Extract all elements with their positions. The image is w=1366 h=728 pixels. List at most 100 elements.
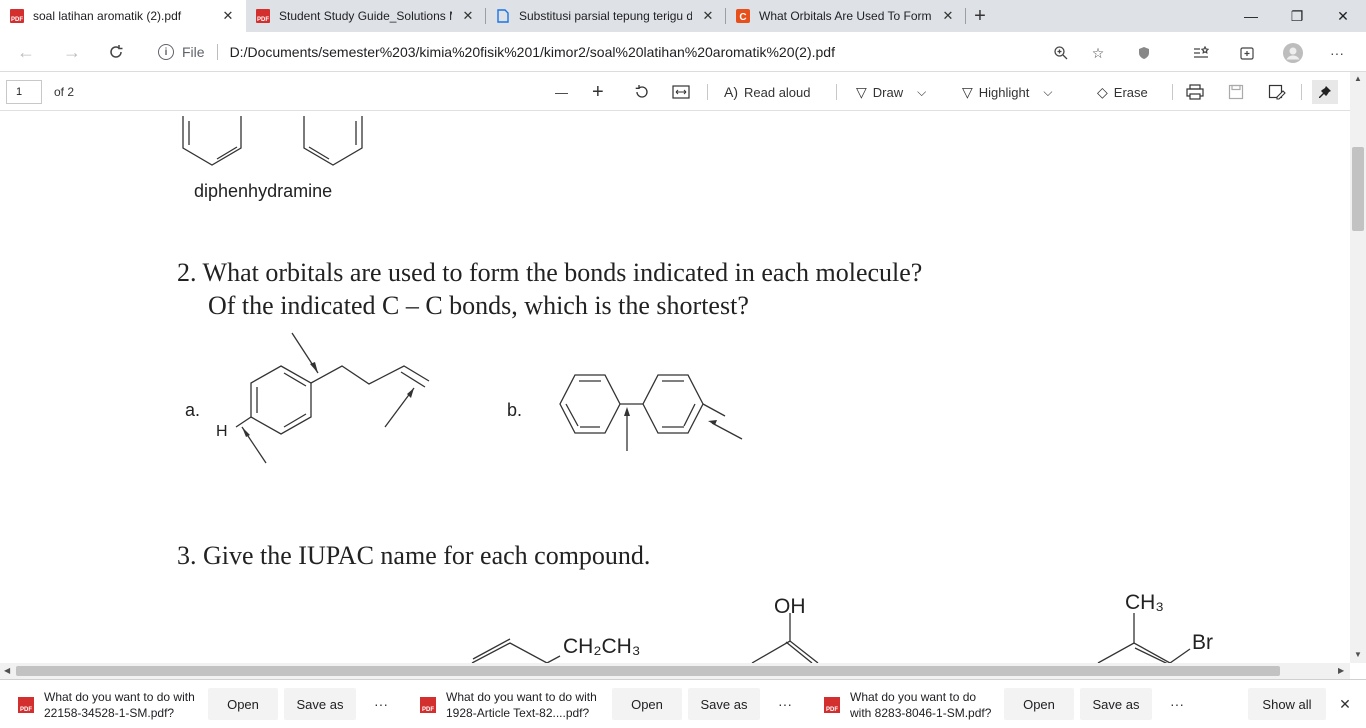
horizontal-scrollbar[interactable]: ◀ ▶ xyxy=(0,663,1350,679)
tab-substitusi-parsial[interactable]: Substitusi parsial tepung terigu d ✕ xyxy=(486,0,726,32)
page-total: of 2 xyxy=(54,85,75,99)
new-tab-button[interactable]: + xyxy=(966,0,994,32)
chevron-down-icon[interactable]: ⌵ xyxy=(1043,85,1052,100)
url-field[interactable]: i File D:/Documents/semester%203/kimia%2… xyxy=(148,37,1116,67)
favorite-star-icon[interactable]: ☆ xyxy=(1087,42,1109,64)
more-options-icon[interactable]: ··· xyxy=(370,688,392,720)
label-methyl: CH₃ xyxy=(1125,591,1164,614)
collections-icon[interactable] xyxy=(1236,42,1258,64)
url-scheme: File xyxy=(182,44,205,60)
close-icon[interactable]: ✕ xyxy=(220,8,236,24)
highlight-button[interactable]: ▽ Highlight ⌵ xyxy=(962,80,1052,104)
pdf-icon: PDF xyxy=(420,697,436,713)
open-button[interactable]: Open xyxy=(612,688,682,720)
toolbar-separator xyxy=(707,84,708,100)
page-icon xyxy=(496,9,510,23)
extension-icon[interactable] xyxy=(1133,42,1155,64)
info-icon[interactable]: i xyxy=(158,44,174,60)
vertical-scroll-thumb[interactable] xyxy=(1352,147,1364,231)
save-as-button[interactable]: Save as xyxy=(688,688,760,720)
show-all-button[interactable]: Show all xyxy=(1248,688,1326,720)
tab-title: soal latihan aromatik (2).pdf xyxy=(33,9,182,23)
browser-window: PDF soal latihan aromatik (2).pdf ✕ PDF … xyxy=(0,0,1366,728)
print-icon xyxy=(1186,84,1204,100)
pdf-icon: PDF xyxy=(10,9,24,23)
zoom-in-icon: + xyxy=(592,80,604,103)
more-options-icon[interactable]: ··· xyxy=(774,688,796,720)
rotate-button[interactable] xyxy=(634,80,650,104)
tab-title: Substitusi parsial tepung terigu d xyxy=(519,9,692,23)
benzene-ring-left xyxy=(182,116,242,166)
refresh-icon[interactable] xyxy=(102,38,130,66)
save-as-button[interactable] xyxy=(1268,80,1286,104)
tab-student-study-guide[interactable]: PDF Student Study Guide_Solutions M ✕ xyxy=(246,0,486,32)
scroll-left-icon[interactable]: ◀ xyxy=(4,666,10,675)
read-aloud-button[interactable]: A) Read aloud xyxy=(724,80,811,104)
scroll-down-icon[interactable]: ▼ xyxy=(1354,650,1362,659)
scroll-up-icon[interactable]: ▲ xyxy=(1354,74,1362,83)
fit-page-button[interactable] xyxy=(672,80,690,104)
toolbar-separator xyxy=(836,84,837,100)
download-item-3: PDF What do you want to do with 8283-804… xyxy=(824,689,991,721)
pin-icon xyxy=(1319,86,1331,98)
draw-label: Draw xyxy=(872,84,904,100)
tab-strip: PDF soal latihan aromatik (2).pdf ✕ PDF … xyxy=(0,0,1366,32)
read-aloud-label: Read aloud xyxy=(744,84,811,100)
url-divider xyxy=(216,44,218,60)
back-icon[interactable]: ← xyxy=(12,38,40,66)
print-button[interactable] xyxy=(1186,80,1204,104)
chevron-down-icon[interactable]: ⌵ xyxy=(917,85,926,100)
question-2-line-2: Of the indicated C – C bonds, which is t… xyxy=(208,291,749,320)
vertical-scrollbar[interactable]: ▲ ▼ xyxy=(1350,72,1366,663)
draw-button[interactable]: ▽ Draw ⌵ xyxy=(856,80,926,104)
save-button[interactable] xyxy=(1228,80,1244,104)
zoom-in-button[interactable]: + xyxy=(592,80,604,104)
erase-button[interactable]: ◇ Erase xyxy=(1097,80,1148,104)
close-window-icon[interactable]: ✕ xyxy=(1320,0,1366,32)
minimize-icon[interactable]: — xyxy=(1228,0,1274,32)
restore-icon[interactable]: ❐ xyxy=(1274,0,1320,32)
tab-title: What Orbitals Are Used To Form xyxy=(759,9,932,23)
horizontal-scroll-thumb[interactable] xyxy=(16,666,1280,676)
save-as-button[interactable]: Save as xyxy=(1080,688,1152,720)
highlight-icon: ▽ xyxy=(962,83,973,100)
close-icon[interactable]: ✕ xyxy=(940,8,956,24)
tab-what-orbitals[interactable]: C What Orbitals Are Used To Form ✕ xyxy=(726,0,966,32)
close-icon[interactable]: ✕ xyxy=(700,8,716,24)
pdf-document: diphenhydramine 2. What orbitals are use… xyxy=(0,111,1350,663)
zoom-out-button[interactable]: — xyxy=(555,80,568,104)
profile-avatar[interactable] xyxy=(1282,42,1304,64)
open-button[interactable]: Open xyxy=(1004,688,1074,720)
favorites-list-icon[interactable] xyxy=(1190,42,1212,64)
label-ethyl: CH₂CH₃ xyxy=(563,635,641,658)
close-download-bar-icon[interactable]: ✕ xyxy=(1334,688,1356,720)
settings-more-icon[interactable]: ··· xyxy=(1326,42,1348,64)
arrowheads-b xyxy=(624,407,717,425)
zoom-icon[interactable] xyxy=(1050,42,1072,64)
save-icon xyxy=(1228,84,1244,100)
pdf-toolbar: 1 of 2 — + A) Read aloud ▽ Draw ⌵ ▽ High… xyxy=(0,72,1366,111)
c-icon: C xyxy=(736,9,750,23)
page-number-input[interactable]: 1 xyxy=(6,80,42,104)
save-as-icon xyxy=(1268,84,1286,100)
label-a: a. xyxy=(185,400,201,420)
open-button[interactable]: Open xyxy=(208,688,278,720)
url-text: D:/Documents/semester%203/kimia%20fisik%… xyxy=(229,44,835,60)
save-as-button[interactable]: Save as xyxy=(284,688,356,720)
tab-soal-latihan[interactable]: PDF soal latihan aromatik (2).pdf ✕ xyxy=(0,0,246,32)
question-2-line-1: 2. What orbitals are used to form the bo… xyxy=(177,258,923,287)
pin-toolbar-button[interactable] xyxy=(1312,80,1338,104)
forward-icon[interactable]: → xyxy=(58,38,86,66)
molecule-a xyxy=(235,332,430,464)
pdf-icon: PDF xyxy=(256,9,270,23)
label-hydrogen: H xyxy=(216,423,228,440)
more-options-icon[interactable]: ··· xyxy=(1166,688,1188,720)
tab-separator xyxy=(965,8,966,24)
eraser-icon: ◇ xyxy=(1097,83,1108,100)
highlight-label: Highlight xyxy=(978,84,1030,100)
download-bar: PDF What do you want to do with 22158-34… xyxy=(0,679,1366,728)
close-icon[interactable]: ✕ xyxy=(460,8,476,24)
address-bar: ← → i File D:/Documents/semester%203/kim… xyxy=(0,32,1366,72)
label-b: b. xyxy=(507,400,523,420)
scroll-right-icon[interactable]: ▶ xyxy=(1338,666,1344,675)
